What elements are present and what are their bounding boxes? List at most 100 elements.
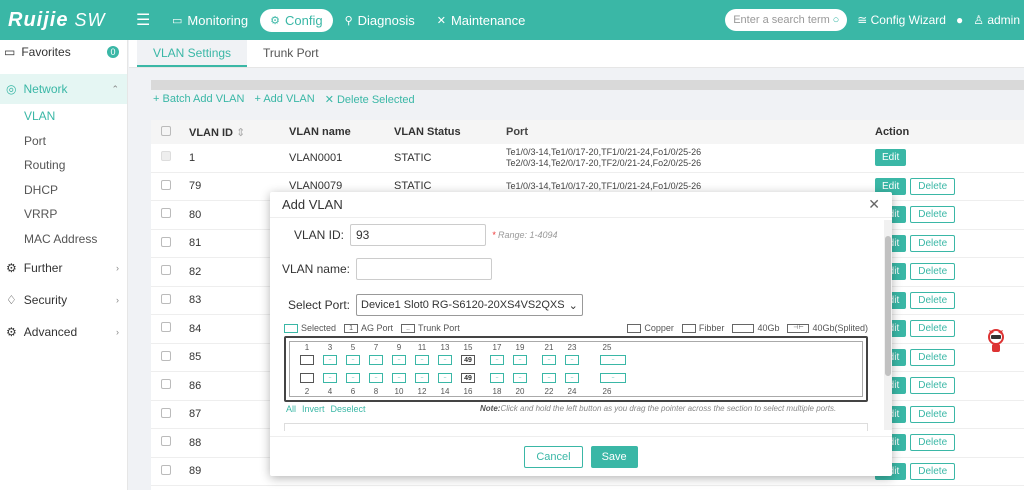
port-cell[interactable]: .. <box>346 373 360 383</box>
port-cell[interactable]: 49 <box>461 373 475 383</box>
batch-add-vlan-button[interactable]: + Batch Add VLAN <box>153 93 244 106</box>
port-cell[interactable]: .. <box>600 373 626 383</box>
vlan-id-field[interactable]: 93 <box>350 224 486 246</box>
port-cell[interactable]: .. <box>415 355 429 365</box>
config-wizard-link[interactable]: ≅ Config Wizard <box>857 13 946 27</box>
row-checkbox[interactable] <box>151 436 181 449</box>
port-cell[interactable]: .. <box>513 355 527 365</box>
assistant-mascot-icon[interactable] <box>984 326 1008 356</box>
search-input[interactable]: Enter a search term ○ <box>725 9 848 31</box>
row-checkbox[interactable] <box>151 179 181 193</box>
sidebar-item-mac-address[interactable]: MAC Address <box>0 227 127 252</box>
sidebar-item-network[interactable]: ◎ Network ⌃ <box>0 74 127 104</box>
save-button[interactable]: Save <box>590 445 638 468</box>
cell-vlan-status: STATIC <box>394 151 432 164</box>
cancel-button[interactable]: Cancel <box>524 445 583 468</box>
port-cell[interactable] <box>300 373 314 383</box>
sidebar-item-advanced[interactable]: ⚙ Advanced › <box>0 317 127 347</box>
port-cell[interactable]: .. <box>438 355 452 365</box>
row-checkbox[interactable] <box>151 350 181 364</box>
delete-button[interactable]: Delete <box>910 177 956 195</box>
select-all-checkbox[interactable] <box>151 125 181 139</box>
delete-button[interactable]: Delete <box>910 462 956 480</box>
row-checkbox[interactable] <box>151 322 181 335</box>
delete-button[interactable]: Delete <box>910 348 956 366</box>
device-select[interactable]: Device1 Slot0 RG-S6120-20XS4VS2QXS ⌄ <box>356 294 583 316</box>
brand-name: Ruijie <box>8 8 69 31</box>
col-vlan-id[interactable]: VLAN ID ⇕ <box>181 126 289 139</box>
delete-button[interactable]: Delete <box>910 434 956 452</box>
port-cell[interactable]: .. <box>392 373 406 383</box>
port-cell[interactable]: .. <box>415 373 429 383</box>
nav-config[interactable]: ⚙ Config <box>260 8 333 32</box>
user-menu[interactable]: ♙ admin <box>973 13 1020 27</box>
menu-toggle-icon[interactable]: ☰ <box>136 10 156 30</box>
invert-link[interactable]: Invert <box>302 404 325 414</box>
port-cell[interactable]: 49 <box>461 355 475 365</box>
delete-button[interactable]: Delete <box>910 291 956 309</box>
delete-button[interactable]: Delete <box>910 377 956 395</box>
legend-label: 40Gb <box>757 323 780 333</box>
select-all-link[interactable]: All <box>286 404 296 414</box>
delete-button[interactable]: Delete <box>910 263 956 281</box>
port-cell[interactable]: .. <box>490 373 504 383</box>
sidebar-item-routing[interactable]: Routing <box>0 153 127 178</box>
row-checkbox[interactable] <box>151 151 181 164</box>
brand-logo[interactable]: Ruijie SW <box>0 9 128 32</box>
delete-button[interactable]: Delete <box>910 320 956 338</box>
tab-bar: VLAN Settings Trunk Port <box>129 40 1024 68</box>
nav-diagnosis[interactable]: ⚲ Diagnosis <box>335 9 425 32</box>
port-cell[interactable]: .. <box>323 373 337 383</box>
row-checkbox[interactable] <box>151 407 181 421</box>
tab-trunk-port[interactable]: Trunk Port <box>247 40 335 67</box>
delete-button[interactable]: Delete <box>910 206 956 224</box>
vlan-name-field[interactable] <box>356 258 492 280</box>
product-name: SW <box>74 9 106 30</box>
port-cell[interactable]: .. <box>600 355 626 365</box>
row-checkbox[interactable] <box>151 236 181 250</box>
add-vlan-button[interactable]: + Add VLAN <box>254 93 314 106</box>
delete-button[interactable]: Delete <box>910 405 956 423</box>
port-cell[interactable]: .. <box>565 373 579 383</box>
sidebar-item-vlan[interactable]: VLAN <box>0 104 127 129</box>
sidebar-item-further[interactable]: ⚙ Further › <box>0 253 127 283</box>
row-checkbox[interactable] <box>151 208 181 221</box>
nav-maintenance[interactable]: ✕ Maintenance <box>427 9 536 32</box>
tab-vlan-settings[interactable]: VLAN Settings <box>137 40 248 67</box>
search-icon[interactable]: ○ <box>833 14 840 26</box>
dialog-scrollbar[interactable] <box>884 220 892 430</box>
port-cell[interactable]: .. <box>438 373 452 383</box>
port-cell[interactable]: .. <box>565 355 579 365</box>
port-cell[interactable]: .. <box>392 355 406 365</box>
sidebar-item-security[interactable]: ♢ Security › <box>0 285 127 315</box>
port-panel[interactable]: 1 2 3 4.... 5 6.... 7 8.... 9 10.... 11 12.... 13 14.… <box>284 336 868 402</box>
port-grid[interactable]: 1 2 3 4.... 5 6.... 7 8.... 9 10.... 11 12.... 13 14.… <box>289 341 863 397</box>
port-cell[interactable]: .. <box>369 355 383 365</box>
row-checkbox[interactable] <box>151 379 181 392</box>
port-cell[interactable]: .. <box>542 373 556 383</box>
port-cell[interactable]: .. <box>513 373 527 383</box>
delete-selected-button[interactable]: ✕ Delete Selected <box>325 93 415 106</box>
delete-button[interactable]: Delete <box>910 234 956 252</box>
port-cell[interactable]: .. <box>542 355 556 365</box>
nav-monitoring[interactable]: ▭ Monitoring <box>162 9 258 32</box>
scrollbar-thumb[interactable] <box>885 236 891 376</box>
sidebar-item-favorites[interactable]: ▭ Favorites 0 <box>0 40 127 64</box>
row-checkbox[interactable] <box>151 293 181 307</box>
row-checkbox[interactable] <box>151 265 181 278</box>
port-cell[interactable]: .. <box>490 355 504 365</box>
port-cell[interactable]: .. <box>323 355 337 365</box>
row-checkbox[interactable] <box>151 464 181 478</box>
port-cell[interactable]: .. <box>369 373 383 383</box>
sidebar-item-port[interactable]: Port <box>0 129 127 154</box>
chevron-down-icon: ⌄ <box>568 299 578 312</box>
sidebar-item-dhcp[interactable]: DHCP <box>0 178 127 203</box>
sidebar-item-vrrp[interactable]: VRRP <box>0 202 127 227</box>
port-cell[interactable]: .. <box>346 355 360 365</box>
edit-button[interactable]: Edit <box>875 149 907 167</box>
close-icon[interactable]: ✕ <box>868 196 880 213</box>
deselect-link[interactable]: Deselect <box>331 404 366 414</box>
port-cell[interactable] <box>300 355 314 365</box>
chat-icon[interactable]: ● <box>956 13 963 27</box>
cell-port: Te1/0/3-14,Te1/0/17-20,TF1/0/21-24,Fo1/0… <box>506 181 875 192</box>
